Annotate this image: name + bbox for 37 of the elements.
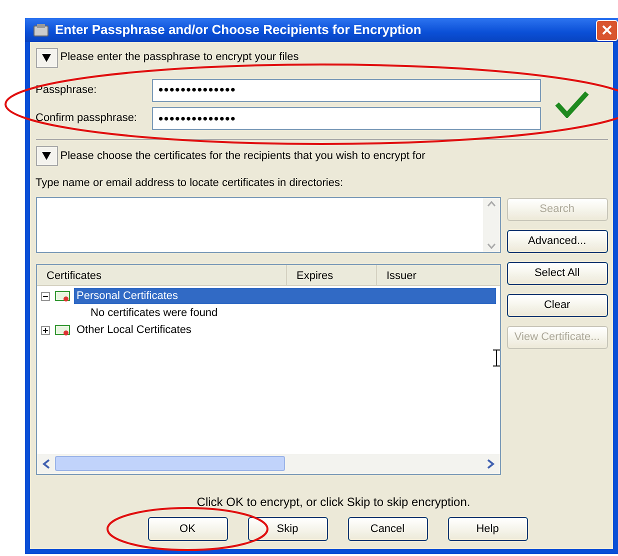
caret-down-icon [42,54,51,62]
expand-icon[interactable] [40,326,50,334]
section-heading: Please choose the certificates for the recipients that you wish to encrypt for [60,148,426,164]
expand-toggle[interactable] [36,146,58,166]
certificate-icon [54,290,70,302]
side-button[interactable]: Advanced... [506,230,608,252]
password-field[interactable]: •••••••••••••• [152,78,540,102]
field-label: Confirm passphrase: [36,111,138,126]
field-label: Passphrase: [36,82,98,98]
dialog-button[interactable]: OK [148,517,228,541]
close-icon [602,25,612,35]
empty-message: No certificates were found [90,306,218,321]
side-button[interactable]: Clear [506,294,608,316]
caret-down-icon [42,152,51,160]
expand-toggle[interactable] [36,48,58,68]
tree-item[interactable]: Personal Certificates [74,288,496,304]
column-header[interactable]: Issuer [376,264,500,284]
hint-text: Click OK to encrypt, or click Skip to skip encryption. [196,494,472,511]
tree-item[interactable]: Other Local Certificates [74,322,194,338]
side-button[interactable]: Select All [506,262,608,284]
scroll-right-icon[interactable] [486,458,495,468]
certificate-icon [54,324,70,336]
app-icon [33,23,49,37]
collapse-icon[interactable] [40,292,50,300]
dialog-button[interactable]: Help [448,517,528,541]
scroll-left-icon[interactable] [42,458,50,468]
password-field[interactable]: •••••••••••••• [152,107,540,130]
text-cursor-icon [492,348,500,366]
window-title: Enter Passphrase and/or Choose Recipients for Encryption [55,21,422,40]
column-header[interactable]: Certificates [36,264,286,284]
section-heading: Please enter the passphrase to encrypt your files [60,50,299,66]
close-button[interactable] [596,20,618,40]
column-header[interactable]: Expires [286,264,376,284]
dialog-button[interactable]: Cancel [348,517,428,541]
scrollbar-thumb[interactable] [54,456,284,471]
search-label: Type name or email address to locate certificates in directories: [36,176,344,191]
dialog-button[interactable]: Skip [248,517,328,541]
